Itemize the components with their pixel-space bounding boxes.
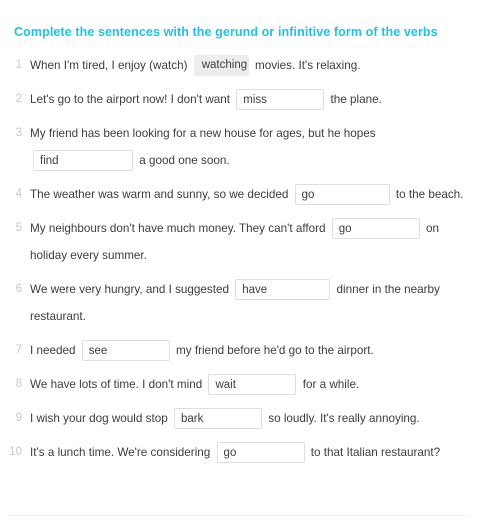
question-body: My friend has been looking for a new hou… — [30, 120, 486, 174]
question-text-after: for a while. — [302, 378, 360, 391]
question-text-after: my friend before he'd go to the airport. — [176, 344, 374, 357]
question-text-before: Let's go to the airport now! I don't wan… — [30, 93, 231, 106]
question-body: We were very hungry, and I suggested din… — [30, 276, 486, 330]
question-item-6: 6 We were very hungry, and I suggested d… — [0, 276, 500, 330]
answer-field-7[interactable] — [81, 340, 170, 362]
answer-field-8[interactable] — [208, 374, 297, 396]
question-text-after: a good one soon. — [139, 154, 230, 167]
question-number: 1 — [15, 59, 22, 71]
question-list: 1 When I'm tired, I enjoy (watch) watchi… — [0, 52, 500, 473]
answer-field-1[interactable]: watching — [193, 55, 249, 77]
answer-field-5[interactable] — [331, 218, 420, 240]
question-text-before: My friend has been looking for a new hou… — [30, 127, 376, 140]
question-text-before: We have lots of time. I don't mind — [30, 378, 203, 391]
question-text-after: movies. It's relaxing. — [254, 59, 361, 72]
question-text-after: the plane. — [330, 93, 382, 106]
question-text-after: to that Italian restaurant? — [310, 446, 441, 459]
answer-field-2[interactable] — [236, 89, 325, 111]
exercise-container: Complete the sentences with the gerund o… — [0, 0, 500, 526]
question-number: 3 — [15, 127, 22, 139]
question-number: 10 — [9, 446, 22, 458]
question-text-before: It's a lunch time. We're considering — [30, 446, 211, 459]
question-item-3: 3 My friend has been looking for a new h… — [0, 120, 500, 174]
answer-field-10[interactable] — [216, 442, 305, 464]
question-item-7: 7 I needed my friend before he'd go to t… — [0, 337, 500, 364]
question-number: 2 — [15, 93, 22, 105]
question-text-before: My neighbours don't have much money. The… — [30, 222, 326, 235]
question-item-9: 9 I wish your dog would stop so loudly. … — [0, 405, 500, 432]
exercise-title: Complete the sentences with the gerund o… — [14, 25, 438, 39]
question-number: 9 — [15, 412, 22, 424]
question-body: The weather was warm and sunny, so we de… — [30, 181, 486, 208]
question-body: My neighbours don't have much money. The… — [30, 215, 486, 269]
bottom-divider — [8, 515, 470, 516]
question-text-before: The weather was warm and sunny, so we de… — [30, 188, 289, 201]
question-item-5: 5 My neighbours don't have much money. T… — [0, 215, 500, 269]
question-number: 5 — [15, 222, 22, 234]
answer-field-6[interactable] — [235, 279, 331, 301]
question-text-before: We were very hungry, and I suggested — [30, 283, 230, 296]
question-body: We have lots of time. I don't mind for a… — [30, 371, 486, 398]
question-item-2: 2 Let's go to the airport now! I don't w… — [0, 86, 500, 113]
question-item-10: 10 It's a lunch time. We're considering … — [0, 439, 500, 466]
question-text-before: When I'm tired, I enjoy (watch) — [30, 59, 188, 72]
answer-field-9[interactable] — [173, 408, 262, 430]
question-body: It's a lunch time. We're considering to … — [30, 439, 486, 466]
question-number: 8 — [15, 378, 22, 390]
question-number: 6 — [15, 283, 22, 295]
question-item-4: 4 The weather was warm and sunny, so we … — [0, 181, 500, 208]
question-text-before: I wish your dog would stop — [30, 412, 168, 425]
question-item-8: 8 We have lots of time. I don't mind for… — [0, 371, 500, 398]
question-body: Let's go to the airport now! I don't wan… — [30, 86, 486, 113]
answer-field-3[interactable] — [33, 150, 133, 172]
question-text-after: so loudly. It's really annoying. — [268, 412, 420, 425]
question-body: I wish your dog would stop so loudly. It… — [30, 405, 486, 432]
question-item-1: 1 When I'm tired, I enjoy (watch) watchi… — [0, 52, 500, 79]
question-text-after: to the beach. — [395, 188, 464, 201]
question-body: I needed my friend before he'd go to the… — [30, 337, 486, 364]
question-number: 4 — [15, 188, 22, 200]
answer-field-4[interactable] — [294, 184, 390, 206]
question-text-before: I needed — [30, 344, 76, 357]
question-body: When I'm tired, I enjoy (watch) watching… — [30, 52, 486, 79]
question-number: 7 — [15, 344, 22, 356]
